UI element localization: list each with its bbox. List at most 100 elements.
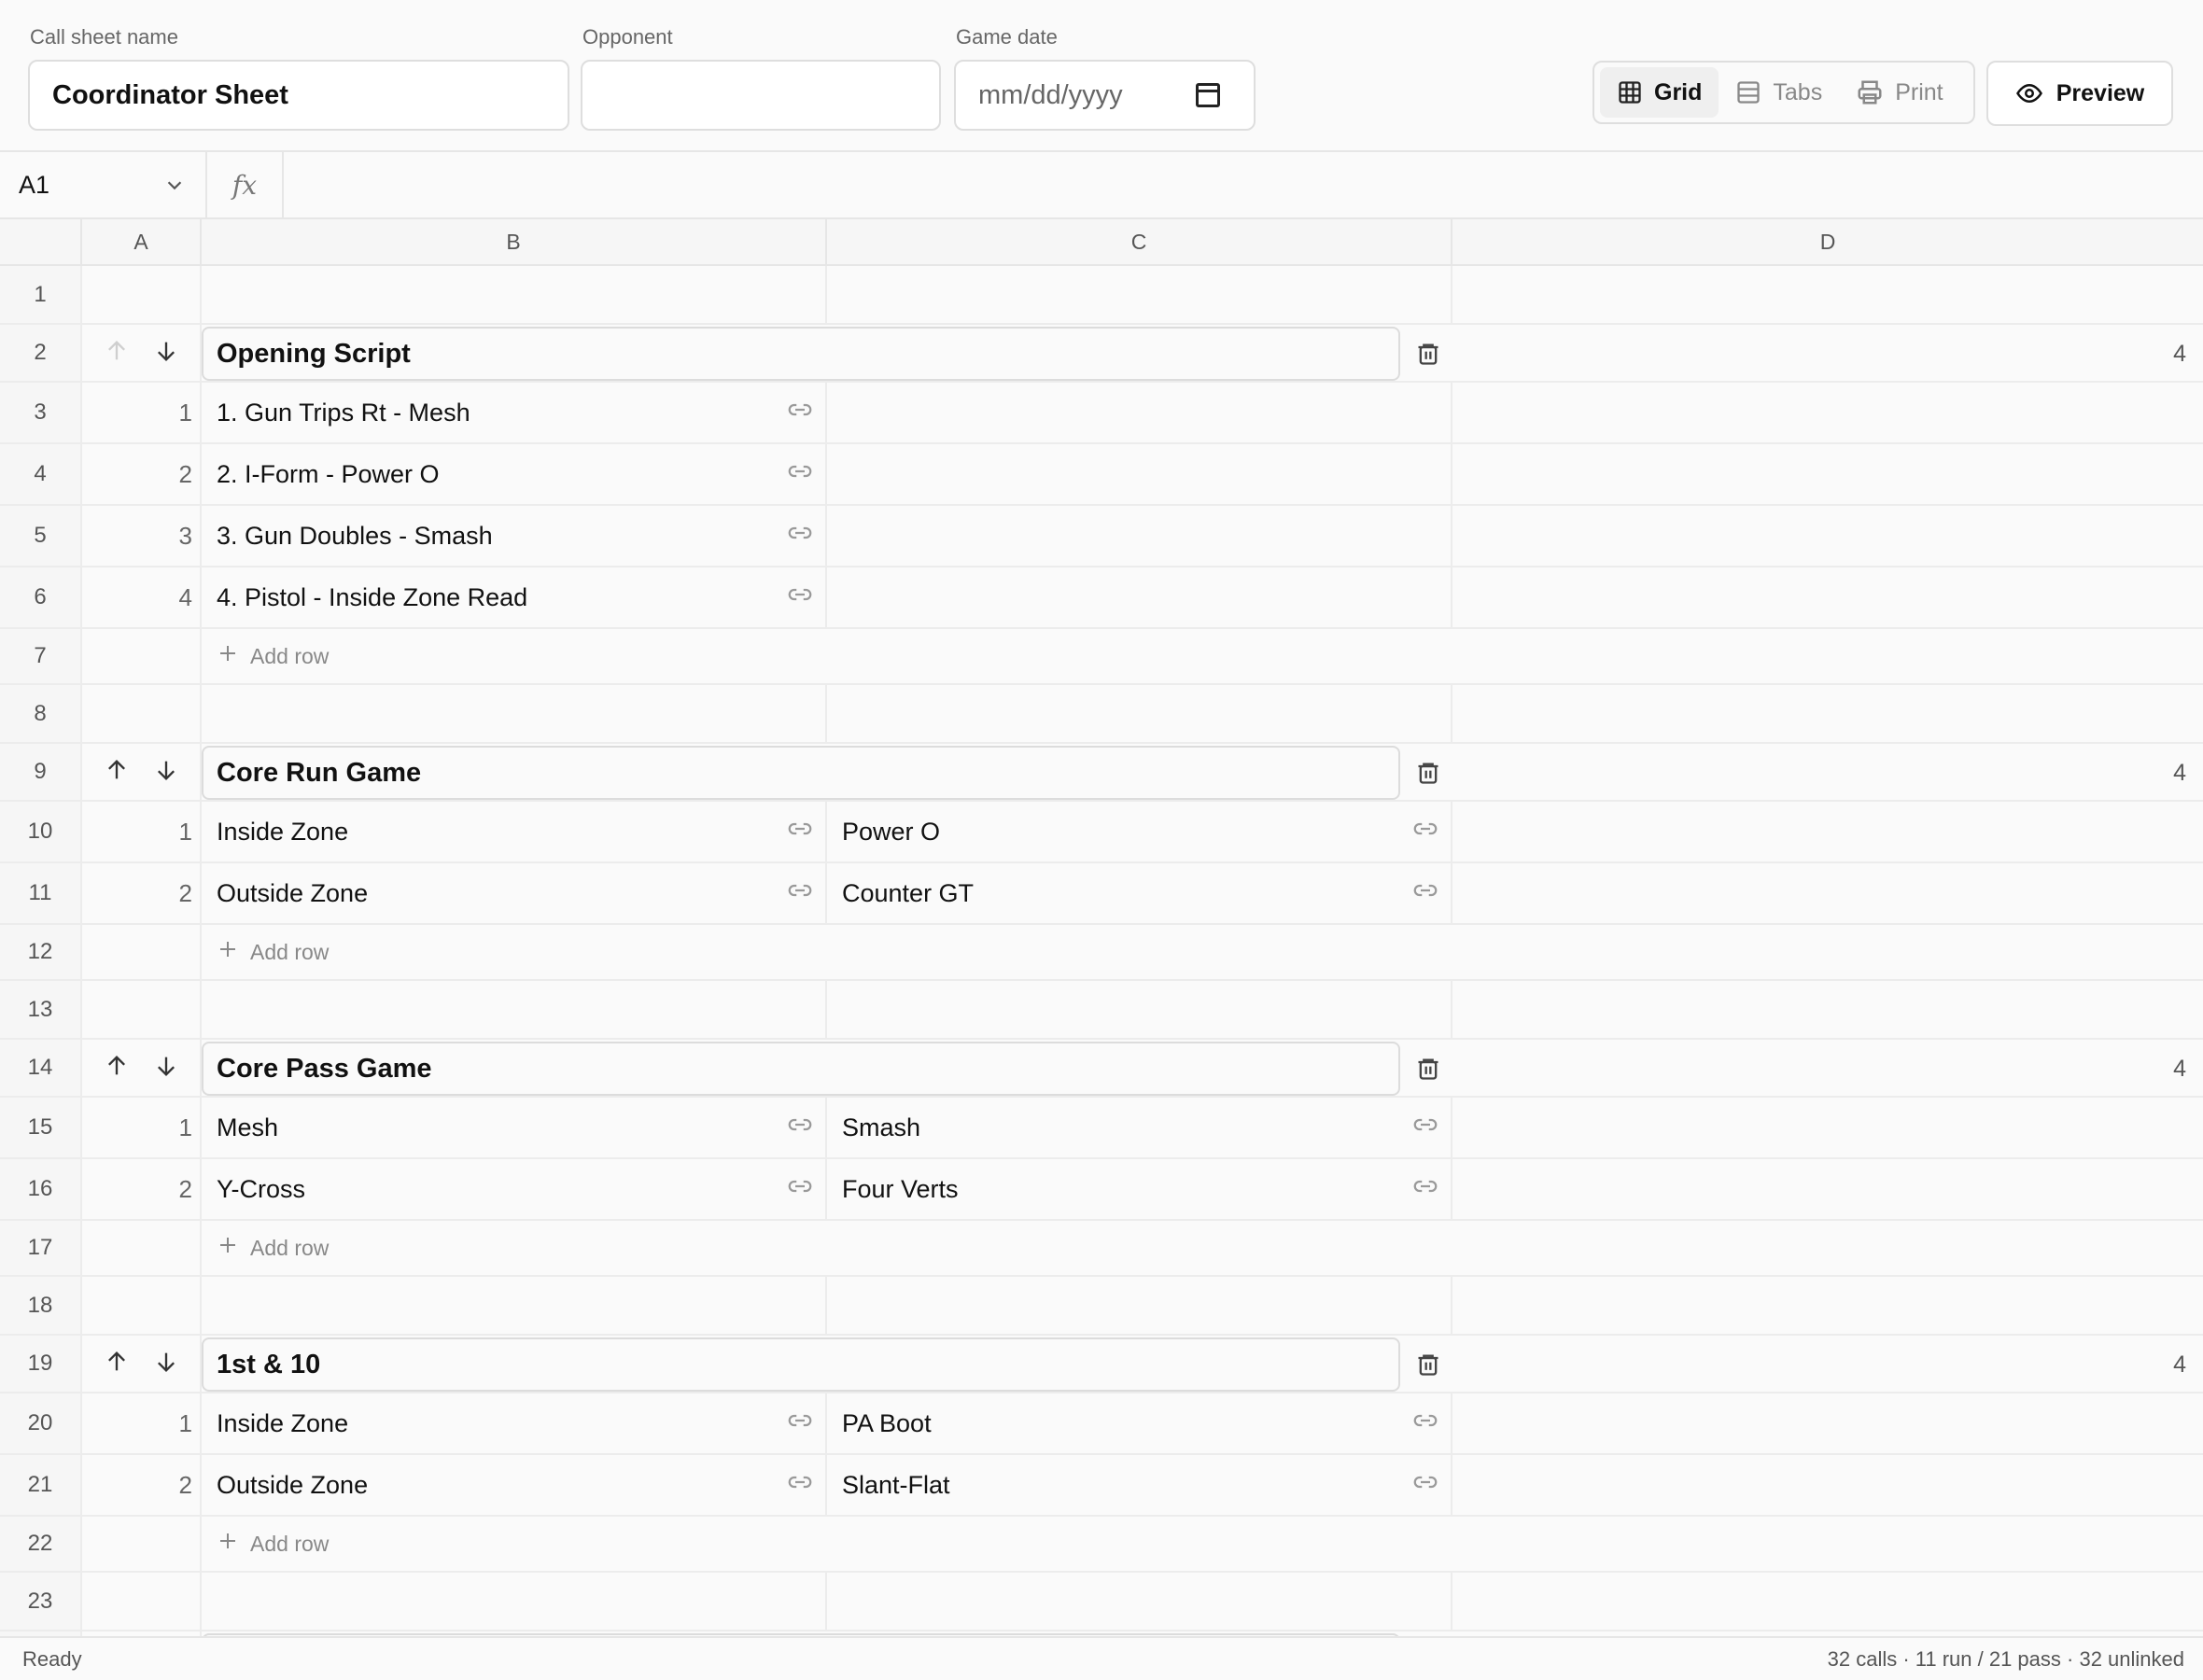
cell-d[interactable]: [1452, 266, 2203, 323]
play-cell-c[interactable]: [827, 383, 1452, 442]
move-up-icon[interactable]: [104, 1053, 130, 1084]
play-cell-c[interactable]: Slant-Flat: [827, 1455, 1452, 1515]
cell-d[interactable]: [1452, 1455, 2203, 1515]
row-number[interactable]: 1: [0, 266, 82, 323]
cell-a[interactable]: [82, 266, 202, 323]
cell-c[interactable]: [827, 1277, 1452, 1334]
cell-d[interactable]: [1452, 863, 2203, 923]
game-date-input[interactable]: mm/dd/yyyy: [954, 60, 1256, 131]
move-down-icon[interactable]: [153, 338, 179, 369]
cell-a[interactable]: [82, 1277, 202, 1334]
row-number[interactable]: 13: [0, 981, 82, 1038]
play-cell-c[interactable]: Smash: [827, 1098, 1452, 1157]
cell-d[interactable]: [1452, 1159, 2203, 1219]
link-icon[interactable]: [786, 876, 814, 911]
cell-a[interactable]: [82, 1573, 202, 1630]
link-icon[interactable]: [1411, 1468, 1439, 1503]
link-icon[interactable]: [786, 1407, 814, 1441]
cell-c[interactable]: [827, 981, 1452, 1038]
row-number[interactable]: 10: [0, 802, 82, 861]
row-number[interactable]: 22: [0, 1517, 82, 1571]
formula-input[interactable]: [284, 152, 2203, 217]
column-header-d[interactable]: D: [1452, 219, 2203, 264]
link-icon[interactable]: [786, 396, 814, 430]
row-number[interactable]: 20: [0, 1393, 82, 1453]
cell-d[interactable]: [1452, 383, 2203, 442]
trash-icon[interactable]: [1415, 1351, 1441, 1379]
link-icon[interactable]: [786, 581, 814, 615]
row-number[interactable]: 3: [0, 383, 82, 442]
cell-b[interactable]: [202, 266, 827, 323]
add-row-button[interactable]: Add row: [217, 1221, 329, 1275]
link-icon[interactable]: [786, 1172, 814, 1207]
play-cell-c[interactable]: [827, 506, 1452, 566]
play-cell-c[interactable]: Power O: [827, 802, 1452, 861]
column-header-c[interactable]: C: [827, 219, 1452, 264]
opponent-input[interactable]: [581, 60, 941, 131]
cell-b[interactable]: [202, 1573, 827, 1630]
row-number[interactable]: 7: [0, 629, 82, 683]
play-cell-b[interactable]: Inside Zone: [202, 1393, 827, 1453]
row-number[interactable]: 21: [0, 1455, 82, 1515]
cell-c[interactable]: [827, 266, 1452, 323]
cell-d[interactable]: [1452, 1098, 2203, 1157]
calendar-icon[interactable]: [1196, 83, 1220, 107]
group-title-input[interactable]: Core Run Game: [202, 746, 1400, 800]
link-icon[interactable]: [786, 1468, 814, 1503]
cell-d[interactable]: [1452, 1393, 2203, 1453]
link-icon[interactable]: [786, 815, 814, 849]
row-number[interactable]: 2: [0, 325, 82, 381]
trash-icon[interactable]: [1415, 1055, 1441, 1083]
preview-button[interactable]: Preview: [1986, 61, 2173, 126]
play-cell-b[interactable]: Inside Zone: [202, 802, 827, 861]
play-cell-b[interactable]: Mesh: [202, 1098, 827, 1157]
play-cell-b[interactable]: Outside Zone: [202, 1455, 827, 1515]
link-icon[interactable]: [1411, 876, 1439, 911]
add-row-button[interactable]: Add row: [217, 925, 329, 979]
play-cell-b[interactable]: Y-Cross: [202, 1159, 827, 1219]
row-number[interactable]: 11: [0, 863, 82, 923]
row-number[interactable]: 18: [0, 1277, 82, 1334]
row-number[interactable]: 9: [0, 744, 82, 800]
cell-d[interactable]: [1452, 981, 2203, 1038]
play-cell-c[interactable]: PA Boot: [827, 1393, 1452, 1453]
group-title-input[interactable]: Opening Script: [202, 327, 1400, 381]
cell-d[interactable]: [1452, 1277, 2203, 1334]
link-icon[interactable]: [786, 1111, 814, 1145]
move-down-icon[interactable]: [153, 757, 179, 788]
view-print-button[interactable]: Print: [1839, 67, 1959, 118]
view-tabs-button[interactable]: Tabs: [1719, 67, 1839, 118]
play-cell-c[interactable]: Counter GT: [827, 863, 1452, 923]
row-number[interactable]: 19: [0, 1336, 82, 1392]
column-header-a[interactable]: A: [82, 219, 202, 264]
link-icon[interactable]: [786, 457, 814, 492]
cell-a[interactable]: [82, 981, 202, 1038]
row-number[interactable]: 17: [0, 1221, 82, 1275]
cell-c[interactable]: [827, 1573, 1452, 1630]
cell-d[interactable]: [1452, 567, 2203, 627]
row-number[interactable]: 12: [0, 925, 82, 979]
row-number[interactable]: 23: [0, 1573, 82, 1630]
move-down-icon[interactable]: [153, 1349, 179, 1379]
cell-d[interactable]: [1452, 444, 2203, 504]
play-cell-b[interactable]: 4. Pistol - Inside Zone Read: [202, 567, 827, 627]
link-icon[interactable]: [786, 519, 814, 553]
cell-d[interactable]: [1452, 1573, 2203, 1630]
cell-b[interactable]: [202, 981, 827, 1038]
sheet-name-input[interactable]: Coordinator Sheet: [28, 60, 569, 131]
play-cell-c[interactable]: [827, 567, 1452, 627]
cell-reference-select[interactable]: A1: [0, 152, 207, 217]
group-title-input[interactable]: 1st & 10: [202, 1337, 1400, 1392]
row-number[interactable]: 4: [0, 444, 82, 504]
link-icon[interactable]: [1411, 1111, 1439, 1145]
row-number[interactable]: 5: [0, 506, 82, 566]
play-cell-b[interactable]: 1. Gun Trips Rt - Mesh: [202, 383, 827, 442]
add-row-button[interactable]: Add row: [217, 1517, 329, 1571]
add-row-button[interactable]: Add row: [217, 629, 329, 683]
play-cell-b[interactable]: Outside Zone: [202, 863, 827, 923]
row-number[interactable]: 15: [0, 1098, 82, 1157]
link-icon[interactable]: [1411, 815, 1439, 849]
cell-a[interactable]: [82, 685, 202, 742]
row-number[interactable]: 6: [0, 567, 82, 627]
play-cell-b[interactable]: 2. I-Form - Power O: [202, 444, 827, 504]
